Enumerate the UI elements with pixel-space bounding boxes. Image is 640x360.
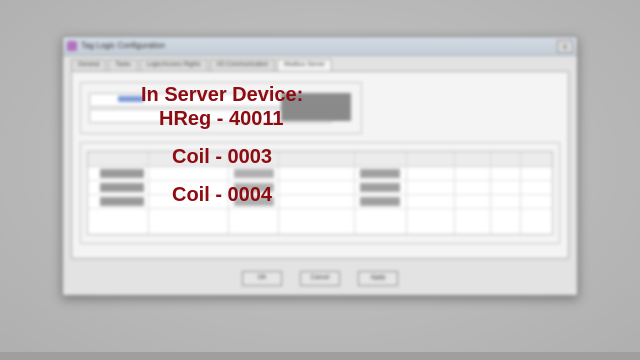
type-dropdown[interactable] bbox=[100, 169, 144, 178]
format-dropdown[interactable] bbox=[234, 197, 274, 206]
device-link[interactable] bbox=[118, 96, 144, 102]
tab-io-communication[interactable]: I/O Communication bbox=[209, 59, 276, 71]
tab-general[interactable]: General bbox=[71, 59, 107, 71]
app-icon bbox=[67, 41, 77, 51]
apply-button[interactable]: Apply bbox=[358, 271, 398, 286]
tab-panel bbox=[71, 71, 569, 259]
table-row[interactable] bbox=[88, 196, 552, 209]
tab-logic-access[interactable]: Logic/Access Rights bbox=[139, 59, 208, 71]
ok-button[interactable]: OK bbox=[242, 271, 282, 286]
format-dropdown[interactable] bbox=[234, 169, 274, 178]
window-title: Tag Logic Configuration bbox=[81, 41, 166, 50]
close-icon[interactable]: x bbox=[557, 40, 573, 53]
type-dropdown[interactable] bbox=[100, 197, 144, 206]
register-grid bbox=[87, 151, 553, 235]
device-dropdown[interactable] bbox=[281, 93, 351, 121]
dialog-buttons: OK Cancel Apply bbox=[63, 271, 577, 286]
cancel-button[interactable]: Cancel bbox=[300, 271, 340, 286]
format-dropdown[interactable] bbox=[234, 183, 274, 192]
table-row[interactable] bbox=[88, 182, 552, 195]
register-mapping-group bbox=[80, 142, 560, 244]
tab-modbus-server[interactable]: Modbus Server bbox=[277, 59, 332, 71]
bottom-edge bbox=[0, 352, 640, 360]
tab-bar: General Tasks Logic/Access Rights I/O Co… bbox=[71, 59, 332, 71]
device-settings-group bbox=[80, 82, 362, 134]
tab-tasks[interactable]: Tasks bbox=[108, 59, 138, 71]
access-dropdown[interactable] bbox=[360, 169, 400, 178]
grid-header bbox=[88, 152, 552, 167]
access-dropdown[interactable] bbox=[360, 197, 400, 206]
access-dropdown[interactable] bbox=[360, 183, 400, 192]
type-dropdown[interactable] bbox=[100, 183, 144, 192]
screen: Tag Logic Configuration x General Tasks … bbox=[0, 0, 640, 360]
title-bar: Tag Logic Configuration x bbox=[63, 37, 577, 56]
table-row[interactable] bbox=[88, 168, 552, 181]
dialog-window: Tag Logic Configuration x General Tasks … bbox=[62, 36, 578, 296]
dialog-window-blurred: Tag Logic Configuration x General Tasks … bbox=[62, 36, 578, 296]
